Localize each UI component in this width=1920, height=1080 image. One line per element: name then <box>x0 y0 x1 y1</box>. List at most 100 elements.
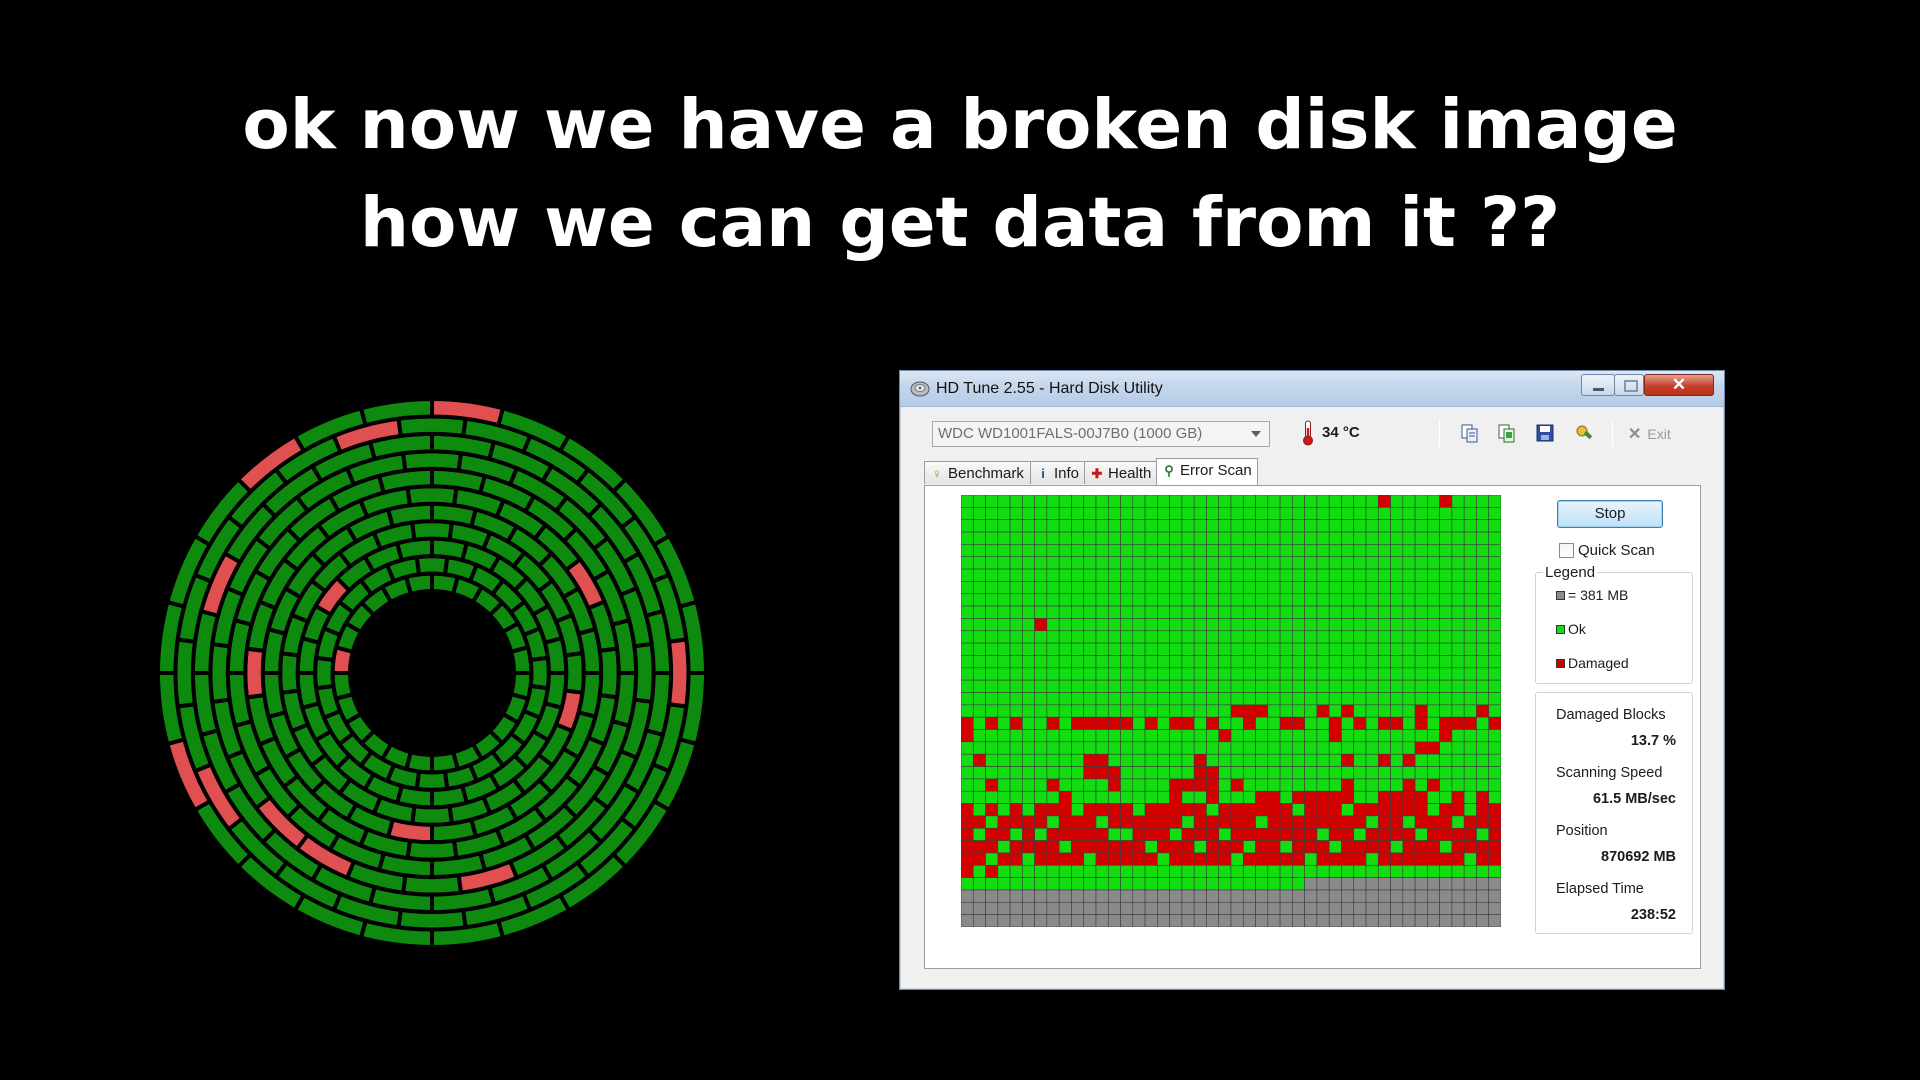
ok-block <box>1267 778 1281 792</box>
ok-block <box>1267 753 1281 767</box>
ok-block <box>1046 519 1060 533</box>
copy-text-icon[interactable] <box>1460 423 1480 443</box>
scanning-speed-label: Scanning Speed <box>1556 765 1663 781</box>
ok-block <box>1451 692 1465 706</box>
damaged-block <box>1230 803 1244 817</box>
ok-block <box>985 495 999 508</box>
ok-block <box>1218 531 1232 545</box>
ok-block <box>1341 741 1355 755</box>
unscanned-block <box>1463 914 1477 927</box>
ok-block <box>1132 716 1146 730</box>
ok-block <box>1476 729 1490 743</box>
ok-block <box>1316 618 1330 632</box>
ok-block <box>1083 568 1097 582</box>
ok-block <box>1292 741 1305 755</box>
ok-block <box>1304 667 1318 681</box>
damaged-block <box>1365 803 1379 817</box>
ok-block <box>1304 556 1318 570</box>
damaged-block <box>1218 729 1232 743</box>
damaged-block <box>1316 704 1330 718</box>
ok-block <box>1365 692 1379 706</box>
quick-scan-checkbox[interactable]: Quick Scan <box>1559 542 1655 559</box>
ok-block <box>1157 642 1170 656</box>
unscanned-block <box>1427 877 1440 891</box>
exit-button[interactable]: ✕ Exit <box>1628 424 1671 444</box>
ok-block <box>1132 519 1146 533</box>
ok-block <box>1353 556 1367 570</box>
tab-benchmark[interactable]: ♀ Benchmark <box>924 461 1031 484</box>
ok-block <box>1402 704 1416 718</box>
ok-block <box>1316 692 1330 706</box>
ok-block <box>1034 827 1048 841</box>
ok-block <box>1230 729 1244 743</box>
ok-block <box>1242 679 1256 693</box>
ok-block <box>1279 581 1293 595</box>
ok-block <box>1132 803 1146 817</box>
copy-screenshot-icon[interactable] <box>1497 423 1517 443</box>
drive-select-value: WDC WD1001FALS-00J7B0 (1000 GB) <box>938 425 1203 442</box>
ok-block <box>1034 544 1048 558</box>
ok-block <box>1463 778 1477 792</box>
ok-block <box>1242 864 1256 878</box>
legend-damaged: Damaged <box>1556 655 1629 671</box>
maximize-button[interactable] <box>1614 374 1644 396</box>
tab-health[interactable]: ✚ Health <box>1084 461 1157 484</box>
title-bar[interactable]: HD Tune 2.55 - Hard Disk Utility ✕ <box>900 371 1724 407</box>
unscanned-block <box>1316 877 1330 891</box>
save-icon[interactable] <box>1535 423 1555 443</box>
tab-error-scan[interactable]: ⚲ Error Scan <box>1156 458 1258 485</box>
ok-block <box>1218 630 1232 644</box>
position-label: Position <box>1556 823 1608 839</box>
damaged-block <box>1095 716 1109 730</box>
ok-block <box>1144 618 1158 632</box>
ok-block <box>1304 605 1318 619</box>
damaged-block <box>1046 803 1060 817</box>
close-button[interactable]: ✕ <box>1644 374 1714 396</box>
damaged-block <box>1255 852 1269 866</box>
ok-block <box>1279 544 1293 558</box>
minimize-button[interactable] <box>1581 374 1615 396</box>
ok-block <box>1279 593 1293 607</box>
unscanned-block <box>1022 902 1035 915</box>
ok-block <box>1279 556 1293 570</box>
ok-block <box>1206 655 1220 669</box>
damaged-block <box>1402 803 1416 817</box>
ok-block <box>1316 766 1330 780</box>
ok-block <box>1120 766 1134 780</box>
damaged-block <box>1193 827 1207 841</box>
ok-block <box>1316 531 1330 545</box>
ok-block <box>1022 753 1035 767</box>
elapsed-time-value: 238:52 <box>1630 907 1676 923</box>
ok-block <box>972 864 986 878</box>
damaged-block <box>961 716 974 730</box>
ok-block <box>1439 766 1453 780</box>
ok-block <box>1427 803 1440 817</box>
options-icon[interactable] <box>1574 423 1594 443</box>
unscanned-block <box>1439 914 1453 927</box>
legend-block-size: = 381 MB <box>1556 587 1628 603</box>
ok-block <box>1304 729 1318 743</box>
ok-block <box>1144 593 1158 607</box>
ok-block <box>1402 655 1416 669</box>
ok-block <box>997 642 1011 656</box>
damaged-block <box>1144 827 1158 841</box>
ok-block <box>1316 581 1330 595</box>
scanning-speed-value: 61.5 MB/sec <box>1592 791 1676 807</box>
tab-label: Error Scan <box>1180 462 1252 479</box>
ok-block <box>961 556 974 570</box>
ok-block <box>1169 655 1183 669</box>
ok-block <box>1193 642 1207 656</box>
ok-block <box>1451 642 1465 656</box>
ok-block <box>1427 495 1440 508</box>
ok-block <box>1169 877 1183 891</box>
drive-select[interactable]: WDC WD1001FALS-00J7B0 (1000 GB) <box>932 421 1270 447</box>
unscanned-block <box>1390 902 1404 915</box>
ok-block <box>1377 766 1391 780</box>
unscanned-block <box>985 902 999 915</box>
ok-block <box>1144 519 1158 533</box>
ok-block <box>1107 753 1121 767</box>
stop-button[interactable]: Stop <box>1557 500 1663 528</box>
tab-info[interactable]: i Info <box>1030 461 1085 484</box>
ok-block <box>1022 667 1035 681</box>
checkbox-box[interactable] <box>1559 543 1574 558</box>
